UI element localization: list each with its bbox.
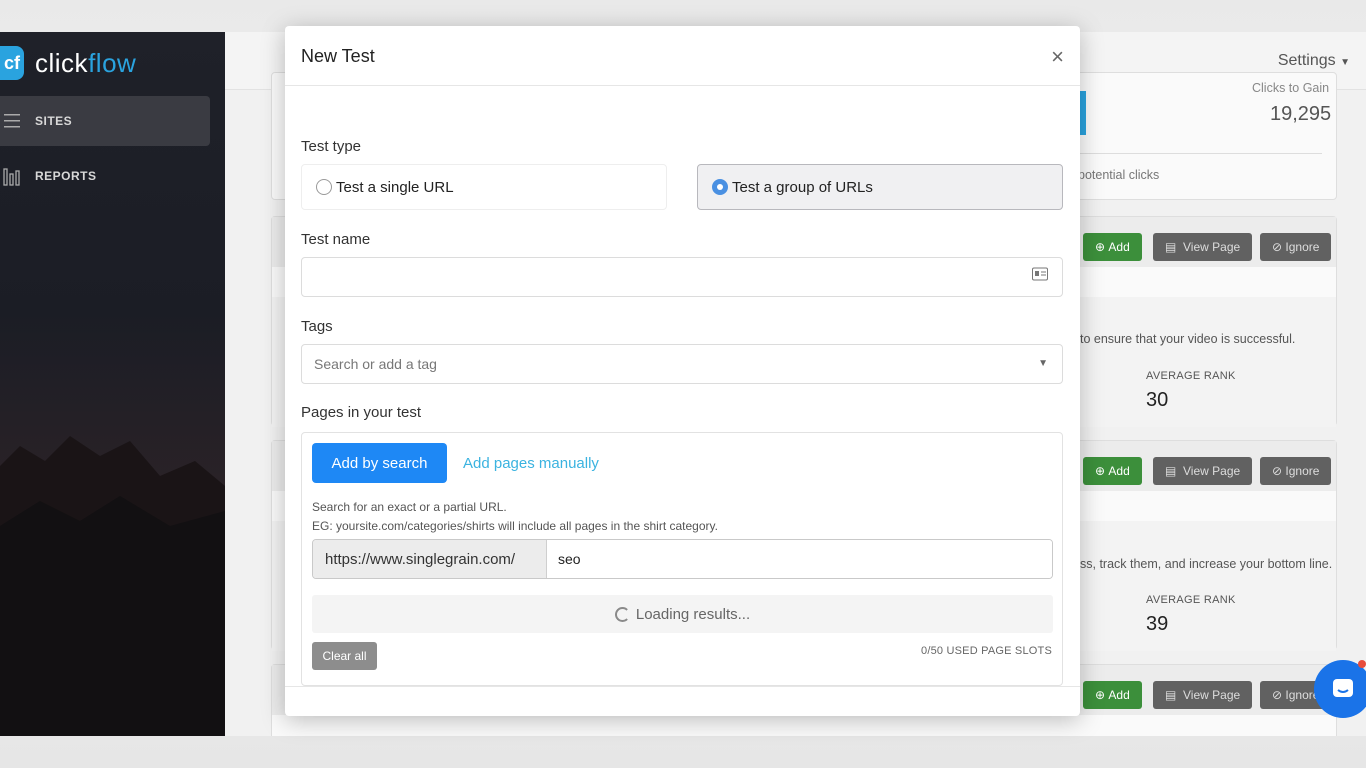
help-example-text: EG: yoursite.com/categories/shirts will … (312, 519, 718, 533)
pages-panel: Add by search Add pages manually Search … (301, 432, 1063, 686)
chat-icon (1333, 679, 1353, 697)
test-name-wrapper (285, 257, 1080, 297)
url-search-input[interactable] (547, 540, 1052, 578)
url-search-group: https://www.singlegrain.com/ (312, 539, 1053, 579)
view-page-label: View Page (1183, 688, 1241, 702)
add-label: Add (1108, 688, 1130, 702)
ban-icon: ⊘ (1272, 464, 1286, 478)
divider (1072, 153, 1322, 154)
radio-single-url[interactable]: Test a single URL (301, 164, 667, 210)
chevron-down-icon: ▼ (1340, 57, 1350, 68)
pages-label: Pages in your test (301, 404, 422, 421)
clicks-heading: Clicks to Gain (1252, 81, 1330, 95)
add-button[interactable]: ⊕ Add (1083, 457, 1142, 485)
modal-title: New Test (301, 46, 375, 66)
menu-icon (4, 114, 20, 128)
view-page-button[interactable]: ▤ View Page (1153, 457, 1253, 485)
ignore-button[interactable]: ⊘ Ignore (1260, 457, 1332, 485)
average-rank-label: AVERAGE RANK (1146, 594, 1236, 606)
new-test-modal: New Test × Test type Test a single URL T… (285, 26, 1080, 716)
add-pages-manually-link[interactable]: Add pages manually (463, 455, 599, 472)
tags-wrapper: ▼ (285, 344, 1080, 384)
add-by-search-button[interactable]: Add by search (312, 443, 447, 483)
add-label: Add (1108, 240, 1130, 254)
help-text: Search for an exact or a partial URL. (312, 500, 507, 514)
logo-text-prefix: click (35, 47, 89, 78)
radio-group-urls[interactable]: Test a group of URLs (697, 164, 1063, 210)
ban-icon: ⊘ (1272, 240, 1286, 254)
clear-all-button[interactable]: Clear all (312, 642, 377, 670)
mountain-background (0, 436, 225, 736)
spinner-icon (614, 606, 630, 622)
close-icon[interactable]: × (1051, 44, 1064, 70)
test-name-label: Test name (301, 231, 371, 248)
sidebar-item-sites[interactable]: SITES (0, 96, 210, 146)
bar-chart-icon (3, 168, 20, 186)
row-description: to ensure that your video is successful. (1080, 332, 1296, 346)
view-page-label: View Page (1183, 464, 1241, 478)
radio-button-selected[interactable] (712, 179, 728, 195)
view-page-button[interactable]: ▤ View Page (1153, 233, 1253, 261)
radio-button[interactable] (316, 179, 332, 195)
sidebar-item-reports[interactable]: REPORTS (0, 151, 210, 201)
view-page-button[interactable]: ▤ View Page (1153, 681, 1253, 709)
loading-results: Loading results... (312, 595, 1053, 633)
row-description: ss, track them, and increase your bottom… (1080, 557, 1333, 571)
settings-label: Settings (1277, 52, 1336, 69)
add-button[interactable]: ⊕ Add (1083, 681, 1142, 709)
plus-icon: ⊕ (1095, 240, 1109, 254)
average-rank-value: 39 (1146, 613, 1169, 635)
average-rank-label: AVERAGE RANK (1146, 370, 1236, 382)
logo-mark: cf (0, 46, 24, 80)
ignore-label: Ignore (1285, 464, 1320, 478)
id-card-icon (1032, 267, 1048, 285)
clicks-value: 19,295 (1270, 103, 1332, 125)
sidebar-item-label: SITES (35, 114, 73, 128)
add-label: Add (1108, 464, 1130, 478)
loading-text: Loading results... (635, 605, 751, 623)
radio-label: Test a single URL (336, 178, 454, 196)
potential-clicks-text: potential clicks (1078, 168, 1160, 182)
ban-icon: ⊘ (1272, 688, 1286, 702)
logo-text-suffix: flow (88, 47, 137, 78)
view-page-label: View Page (1183, 240, 1241, 254)
document-icon: ▤ (1165, 240, 1184, 254)
plus-icon: ⊕ (1095, 688, 1109, 702)
test-name-input[interactable] (301, 257, 1063, 297)
plus-icon: ⊕ (1095, 464, 1109, 478)
chat-launcher[interactable] (1314, 660, 1366, 718)
sidebar-item-label: REPORTS (35, 169, 97, 183)
page-slots-counter: 0/50 USED PAGE SLOTS (921, 645, 1052, 657)
url-prefix: https://www.singlegrain.com/ (313, 540, 547, 578)
add-button[interactable]: ⊕ Add (1083, 233, 1142, 261)
document-icon: ▤ (1165, 688, 1184, 702)
tags-input[interactable] (301, 344, 1063, 384)
tags-label: Tags (301, 318, 333, 335)
document-icon: ▤ (1165, 464, 1184, 478)
logo-text: clickflow (35, 48, 136, 79)
ignore-label: Ignore (1285, 240, 1320, 254)
radio-label: Test a group of URLs (732, 178, 873, 196)
modal-header: New Test × (285, 26, 1080, 86)
app-logo[interactable]: cf clickflow (0, 46, 136, 80)
chevron-down-icon[interactable]: ▼ (1038, 358, 1048, 369)
settings-menu[interactable]: Settings ▼ (1278, 52, 1350, 70)
test-type-label: Test type (301, 138, 362, 155)
notification-dot (1358, 660, 1366, 668)
modal-footer-divider (285, 686, 1080, 687)
average-rank-value: 30 (1146, 389, 1169, 411)
sidebar: cf clickflow SITES REPORTS (0, 32, 225, 736)
ignore-button[interactable]: ⊘ Ignore (1260, 233, 1332, 261)
